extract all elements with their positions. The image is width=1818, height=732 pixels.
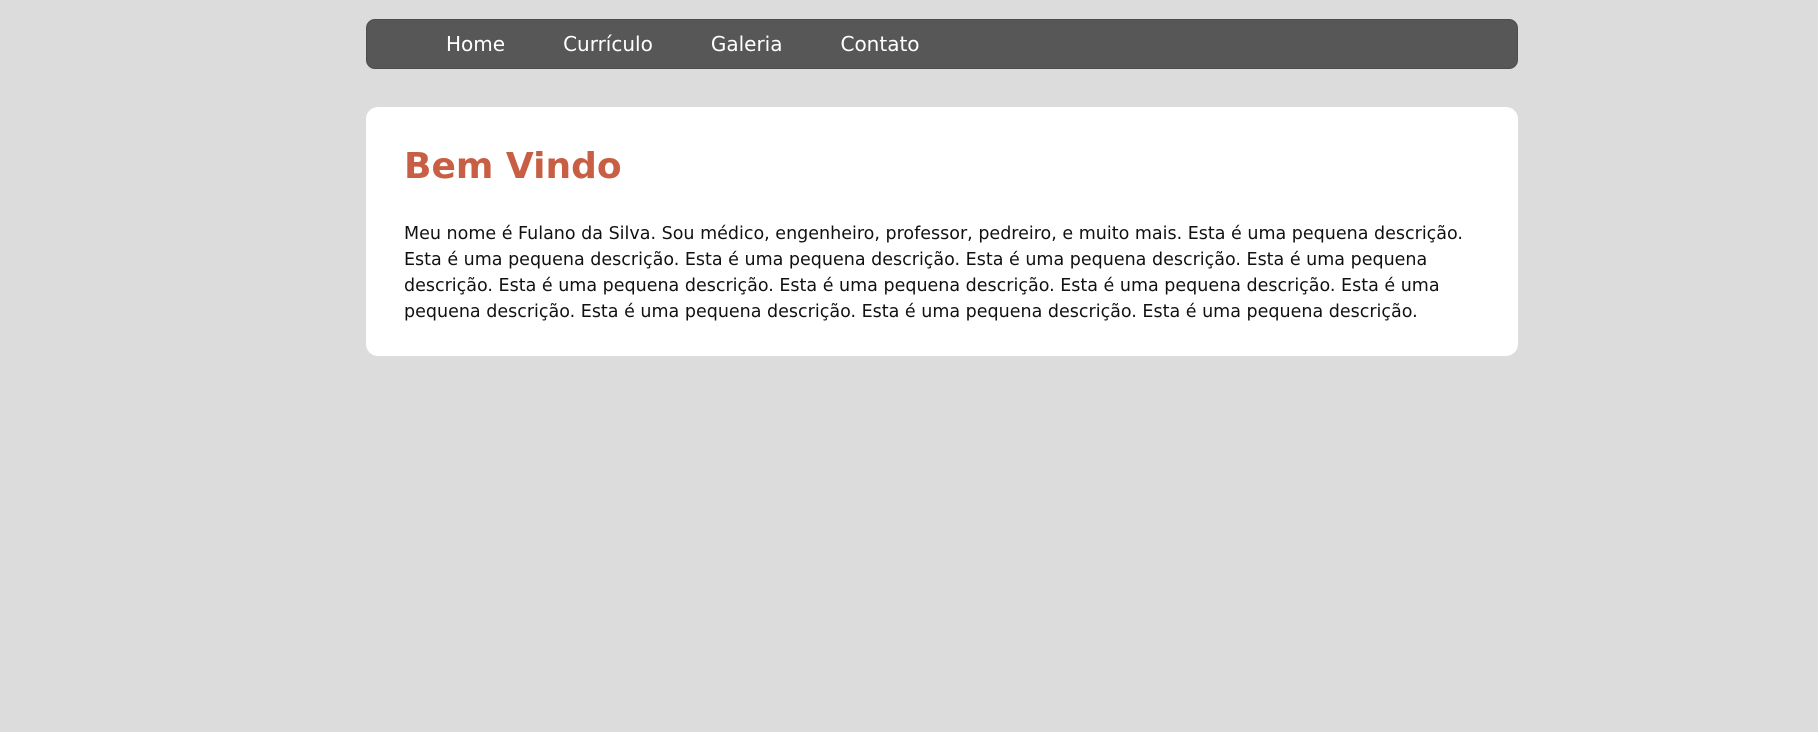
navbar: Home Currículo Galeria Contato: [366, 19, 1518, 69]
nav-link-home[interactable]: Home: [446, 34, 505, 54]
nav-link-galeria[interactable]: Galeria: [711, 34, 783, 54]
page-container: Home Currículo Galeria Contato Bem Vindo…: [366, 19, 1518, 356]
nav-link-curriculo[interactable]: Currículo: [563, 34, 653, 54]
content-card: Bem Vindo Meu nome é Fulano da Silva. So…: [366, 107, 1518, 356]
intro-paragraph: Meu nome é Fulano da Silva. Sou médico, …: [404, 223, 1463, 322]
nav-link-contato[interactable]: Contato: [840, 34, 919, 54]
page-title: Bem Vindo: [404, 146, 622, 187]
